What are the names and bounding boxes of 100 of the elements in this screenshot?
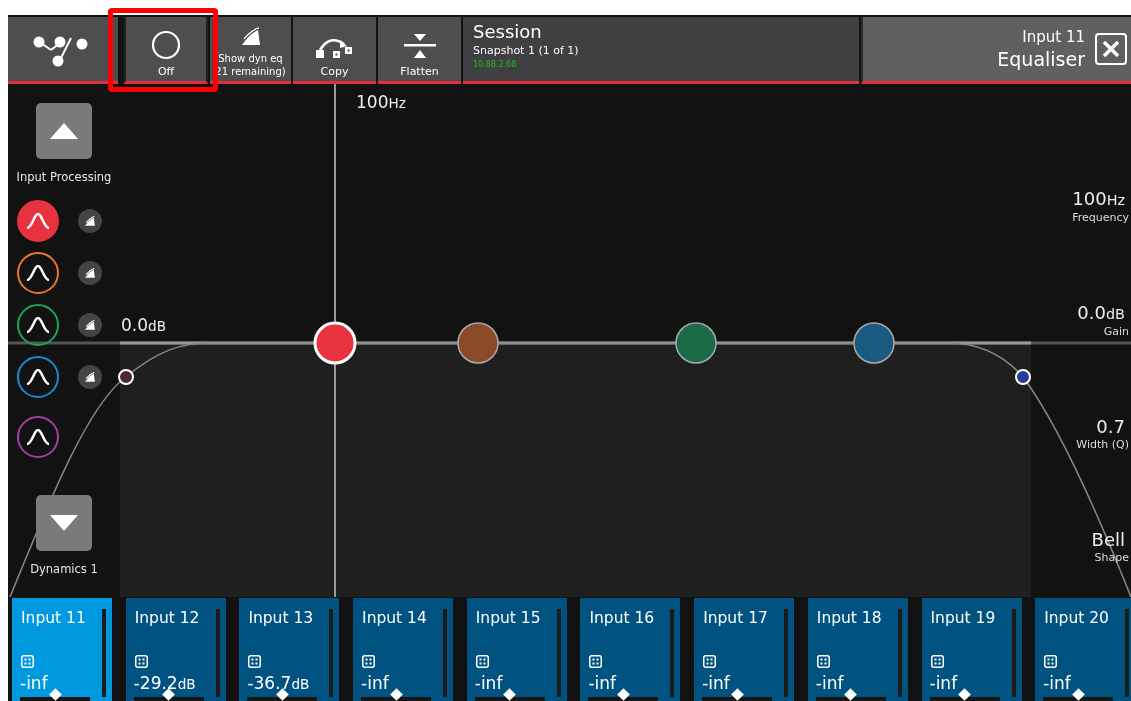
channel-strip[interactable]: Input 18 -inf: [807, 598, 908, 701]
channel-strip[interactable]: Input 17 -inf: [694, 598, 795, 701]
network-button[interactable]: [8, 17, 118, 84]
parameter-value: 0.7: [1096, 416, 1125, 438]
channel-strip[interactable]: Input 15 -inf: [466, 598, 567, 701]
level-reading: -inf: [815, 673, 844, 693]
down-arrow-icon: [50, 515, 78, 531]
channel-strip[interactable]: Input 13 -36.7dB: [239, 598, 340, 701]
level-reading: -inf: [1043, 673, 1071, 693]
channel-name: Input 12: [134, 608, 200, 628]
flatten-icon: [403, 32, 436, 60]
level-reading: -inf: [702, 673, 730, 693]
band-node[interactable]: [675, 322, 717, 364]
grid-icon: [589, 655, 603, 668]
close-button[interactable]: [1095, 33, 1127, 65]
gain-axis-label: 0.0dB: [121, 315, 166, 336]
channel-strip[interactable]: Input 20 -inf: [1035, 598, 1131, 701]
off-button[interactable]: Off: [124, 17, 208, 84]
level-reading: -36.7dB: [247, 673, 310, 694]
grid-icon: [930, 655, 944, 668]
band-node[interactable]: [457, 322, 499, 364]
parameter-label: Width (Q): [1076, 438, 1129, 452]
fader-thumb[interactable]: [958, 688, 971, 701]
dynamic-band-button[interactable]: [78, 209, 102, 233]
level-reading: -inf: [588, 673, 617, 693]
parameter-value: Bell: [1091, 529, 1125, 551]
bell-curve-icon: [26, 265, 50, 281]
band-button[interactable]: [17, 304, 59, 346]
parameter-label: Frequency: [1072, 211, 1129, 225]
level-reading: -inf: [20, 673, 48, 693]
dynamic-eq-icon: [84, 267, 96, 279]
channel-name: Input 20: [1044, 608, 1109, 628]
channel-name: Input 17: [703, 608, 768, 628]
channel-strip[interactable]: Input 12 -29.2dB: [125, 598, 226, 701]
band-button[interactable]: [17, 356, 59, 398]
section-label: Dynamics 1: [29, 562, 99, 576]
session-title: Session: [473, 21, 543, 43]
bell-curve-icon: [26, 317, 50, 333]
fader-thumb[interactable]: [276, 688, 289, 701]
fader-thumb[interactable]: [1071, 688, 1085, 701]
band-button[interactable]: [17, 200, 59, 242]
channel-strip[interactable]: Input 19 -inf: [921, 598, 1022, 701]
fader-thumb[interactable]: [617, 688, 630, 701]
parameter-label: Gain: [1103, 325, 1129, 339]
fader-thumb[interactable]: [389, 688, 403, 701]
channel-name: Input 11: [21, 608, 86, 628]
fader-thumb[interactable]: [844, 688, 858, 701]
channel-name: Input 16: [589, 608, 655, 628]
parameter-label: Shape: [1094, 551, 1129, 565]
fader-thumb[interactable]: [162, 688, 176, 701]
fader-thumb[interactable]: [503, 688, 517, 701]
scroll-down-button[interactable]: [36, 495, 92, 551]
grid-icon: [134, 655, 148, 668]
dynamic-band-button[interactable]: [78, 313, 102, 337]
channel-name: Input 14: [362, 608, 427, 628]
dynamic-band-button[interactable]: [78, 365, 102, 389]
band-button[interactable]: [17, 416, 59, 458]
up-arrow-icon: [50, 123, 78, 139]
dynamic-eq-icon: [84, 215, 96, 227]
channel-name: Input 11: [1021, 27, 1085, 47]
band-node[interactable]: [853, 322, 895, 364]
level-reading: -29.2dB: [133, 673, 196, 694]
channel-strip[interactable]: Input 16 -inf: [580, 598, 681, 701]
frequency-axis-label: 100Hz: [356, 92, 406, 113]
section-label: Input Processing: [15, 170, 113, 184]
channel-name: Input 13: [248, 608, 314, 628]
panel-title: Equaliser: [997, 47, 1085, 71]
dynamic-eq-icon: [84, 319, 96, 331]
level-reading: -inf: [361, 673, 389, 693]
bell-curve-icon: [26, 213, 50, 229]
fader-thumb[interactable]: [730, 688, 744, 701]
grid-icon: [703, 655, 717, 668]
copy-button[interactable]: Copy: [293, 17, 376, 84]
circle-icon: [151, 30, 181, 60]
channel-name: Input 15: [475, 608, 541, 628]
dynamic-eq-icon: [84, 371, 96, 383]
fader-thumb[interactable]: [48, 688, 62, 701]
band-button[interactable]: [17, 252, 59, 294]
bell-curve-icon: [26, 369, 50, 385]
close-icon: [1101, 39, 1121, 59]
channel-strip[interactable]: Input 14 -inf: [353, 598, 454, 701]
filter-node[interactable]: [1015, 369, 1031, 385]
snapshot-label: Snapshot 1 (1 of 1): [473, 43, 580, 59]
channel-name: Input 19: [930, 608, 996, 628]
grid-icon: [362, 655, 376, 668]
level-reading: -inf: [474, 673, 503, 693]
grid-icon: [248, 655, 262, 668]
bell-curve-icon: [26, 429, 50, 445]
flatten-button[interactable]: Flatten: [378, 17, 461, 84]
address-label: 10.88.2.68: [473, 59, 518, 71]
parameter-value: 100Hz: [1072, 188, 1125, 211]
dynamic-band-button[interactable]: [78, 261, 102, 285]
scroll-up-button[interactable]: [36, 103, 92, 159]
channel-name: Input 18: [816, 608, 882, 628]
filter-node[interactable]: [118, 369, 134, 385]
grid-icon: [1044, 655, 1058, 668]
grid-icon: [21, 655, 34, 668]
level-reading: -inf: [929, 673, 958, 693]
grid-icon: [816, 655, 830, 668]
grid-icon: [475, 655, 489, 668]
